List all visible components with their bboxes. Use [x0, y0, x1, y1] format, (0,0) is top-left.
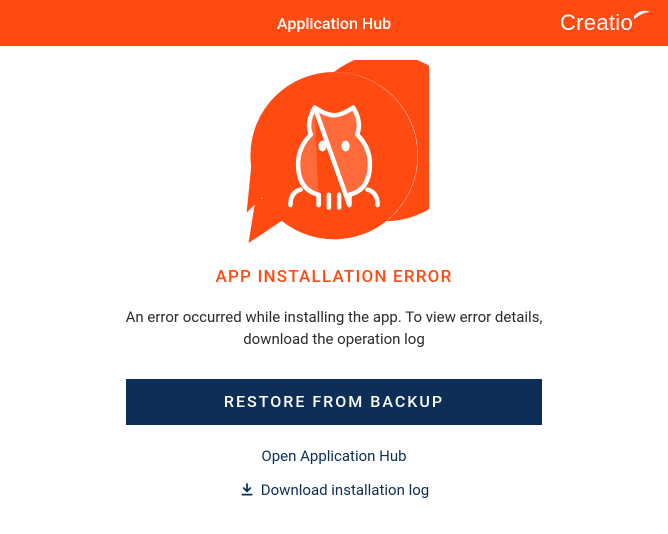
open-application-hub-link[interactable]: Open Application Hub [261, 447, 406, 465]
download-icon [239, 482, 255, 498]
page-title: Application Hub [277, 14, 391, 33]
logo-text: Creatio [560, 10, 633, 36]
download-log-label: Download installation log [261, 481, 429, 499]
error-illustration [239, 60, 429, 255]
restore-from-backup-button[interactable]: RESTORE FROM BACKUP [126, 379, 542, 425]
app-header: Application Hub Creatio [0, 0, 668, 46]
error-description: An error occurred while installing the a… [114, 307, 554, 351]
main-content: APP INSTALLATION ERROR An error occurred… [0, 46, 668, 499]
download-installation-log-link[interactable]: Download installation log [239, 481, 429, 499]
creatio-logo: Creatio [560, 10, 650, 36]
open-hub-label: Open Application Hub [261, 447, 406, 465]
logo-swoosh-icon [634, 10, 650, 20]
error-title: APP INSTALLATION ERROR [216, 267, 453, 287]
